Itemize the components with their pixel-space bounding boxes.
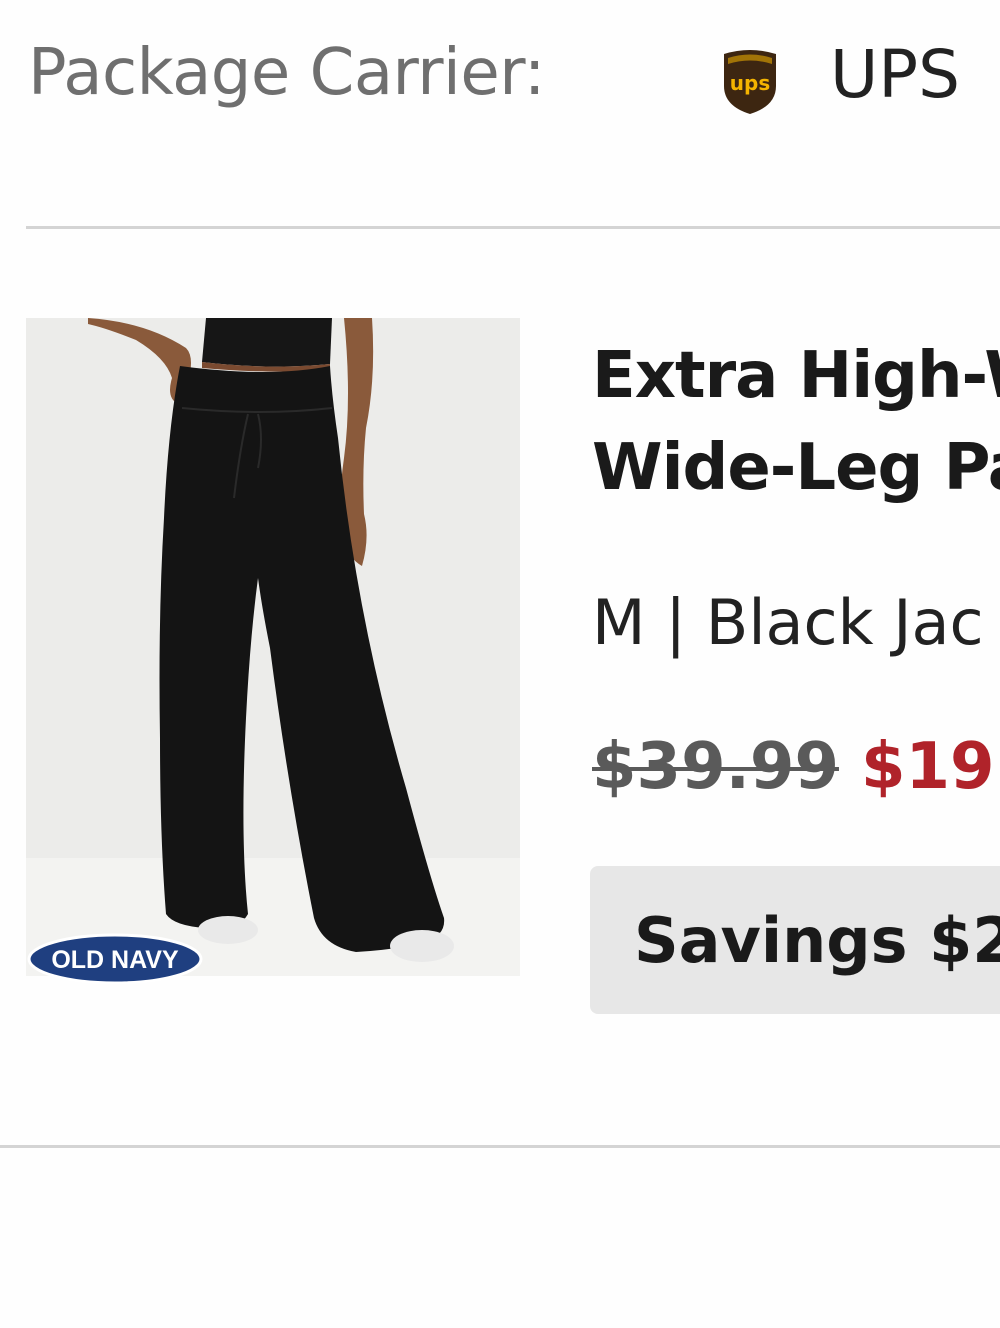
section-divider xyxy=(26,226,1000,229)
savings-badge: Savings $20 xyxy=(590,866,1000,1014)
product-title[interactable]: Extra High-W Wide-Leg Pa xyxy=(592,330,1000,514)
product-variant: M | Black Jac xyxy=(592,586,984,659)
brand-badge-text: OLD NAVY xyxy=(51,946,179,974)
product-title-line-1: Extra High-W xyxy=(592,339,1000,413)
sale-price: $19. xyxy=(860,730,1000,804)
product-title-line-2: Wide-Leg Pa xyxy=(592,431,1000,505)
ups-logo-text: ups xyxy=(730,71,770,95)
old-navy-logo-icon: OLD NAVY xyxy=(27,933,203,985)
carrier-name: UPS xyxy=(830,36,961,113)
price-row: $39.99 $19. xyxy=(592,730,1000,804)
order-detail-page: Package Carrier: ups UPS OLD NAVY Extra … xyxy=(0,0,1000,1328)
ups-logo-icon: ups xyxy=(720,48,780,116)
carrier-label: Package Carrier: xyxy=(28,36,545,110)
section-divider xyxy=(0,1145,1000,1148)
savings-text: Savings $20 xyxy=(634,904,1000,977)
original-price: $39.99 xyxy=(592,730,839,804)
product-image[interactable] xyxy=(26,318,520,976)
